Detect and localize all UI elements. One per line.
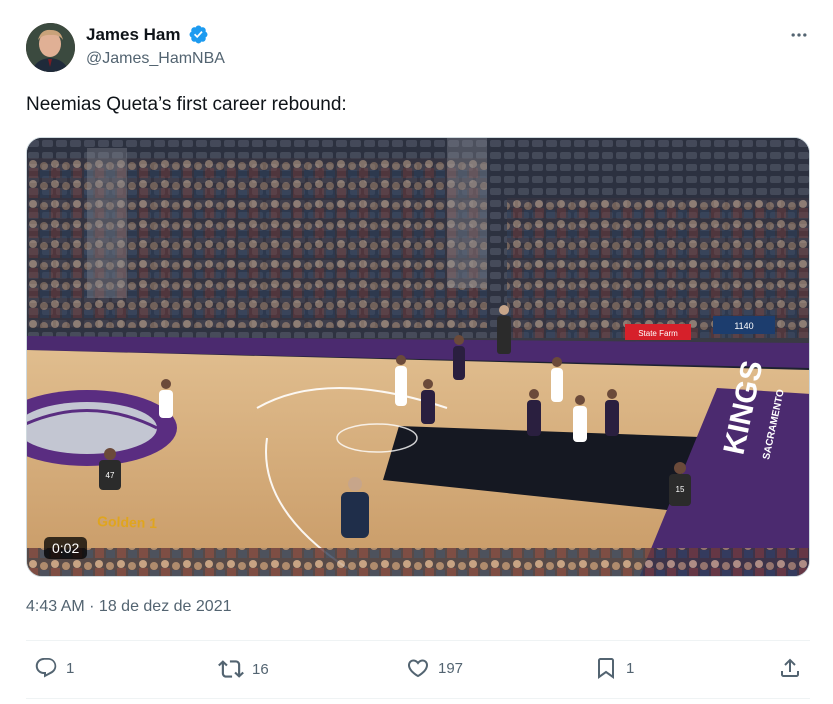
display-name-text: James Ham [86,24,181,44]
like-icon [407,659,429,678]
reply-count: 1 [66,659,75,677]
tweet-video[interactable]: State Farm 1140 KINGS SACRAMENTO Golden … [26,137,810,577]
reply-button[interactable]: 1 [34,656,74,680]
action-bar: 1 16 197 1 [26,650,810,690]
verified-badge-icon [189,25,207,44]
reply-icon [35,658,57,678]
share-icon [781,658,799,677]
tweet-text: Neemias Queta’s first career rebound: [26,94,347,115]
like-count: 197 [438,659,464,677]
bookmark-icon [598,658,614,679]
more-options-button[interactable] [786,22,812,48]
tweet-timestamp[interactable]: 4:43 AM · 18 de dez de 2021 [26,598,231,616]
like-button[interactable]: 197 [406,656,463,680]
author-avatar[interactable] [26,23,75,72]
video-duration: 0:02 [44,537,88,559]
repost-icon [218,660,244,678]
avatar-image [26,23,75,72]
divider [26,640,810,641]
referee-jersey-number: 47 [106,471,115,480]
scoreboard-text: 1140 [734,321,753,331]
referee-jersey-number: 15 [676,485,685,494]
share-button[interactable] [778,656,802,680]
author-handle[interactable]: @James_HamNBA [86,50,225,68]
repost-count: 16 [252,660,269,678]
golden1-court-text: Golden 1 [97,513,158,531]
bookmark-button[interactable]: 1 [594,656,634,680]
video-frame: State Farm 1140 KINGS SACRAMENTO Golden … [27,138,809,576]
statefarm-board-text: State Farm [638,329,678,338]
bookmark-count: 1 [626,659,635,677]
divider [26,698,810,699]
repost-button[interactable]: 16 [218,656,269,682]
author-display-name[interactable]: James Ham [86,24,209,45]
more-options-icon [791,33,807,37]
